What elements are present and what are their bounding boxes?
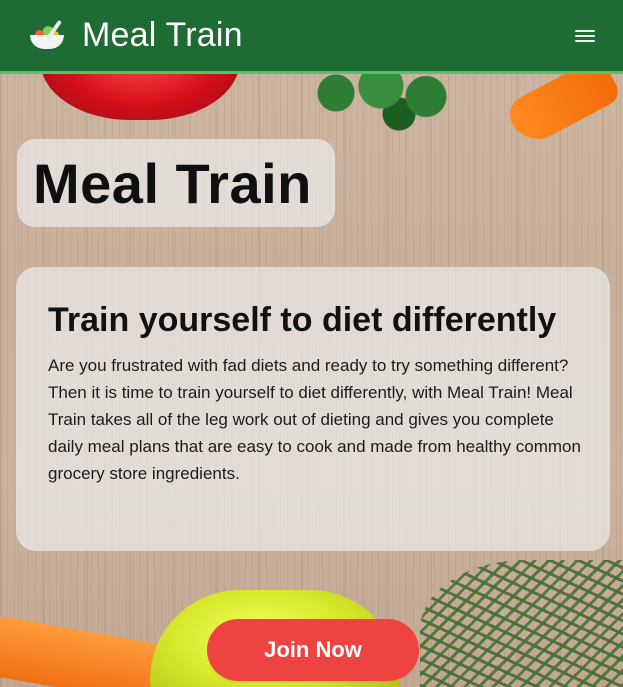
rosemary-image bbox=[420, 560, 623, 687]
brand-title[interactable]: Meal Train bbox=[82, 16, 243, 55]
menu-line bbox=[575, 34, 595, 37]
menu-line bbox=[575, 39, 595, 42]
hero-title: Meal Train bbox=[33, 151, 312, 215]
page: Meal Train Meal Train Train yourself to … bbox=[0, 0, 623, 687]
top-nav-bar: Meal Train bbox=[0, 0, 623, 74]
salad-bowl-icon[interactable] bbox=[28, 17, 66, 55]
join-now-button[interactable]: Join Now bbox=[207, 619, 419, 681]
intro-paragraph: Are you frustrated with fad diets and re… bbox=[48, 356, 581, 483]
intro-heading: Train yourself to diet differently bbox=[48, 301, 557, 339]
menu-line bbox=[575, 29, 595, 32]
parsley-image bbox=[300, 72, 480, 142]
hero-title-box: Meal Train bbox=[17, 139, 335, 227]
intro-card: Train yourself to diet differently Are y… bbox=[16, 267, 610, 551]
hamburger-menu-icon[interactable] bbox=[575, 28, 595, 44]
